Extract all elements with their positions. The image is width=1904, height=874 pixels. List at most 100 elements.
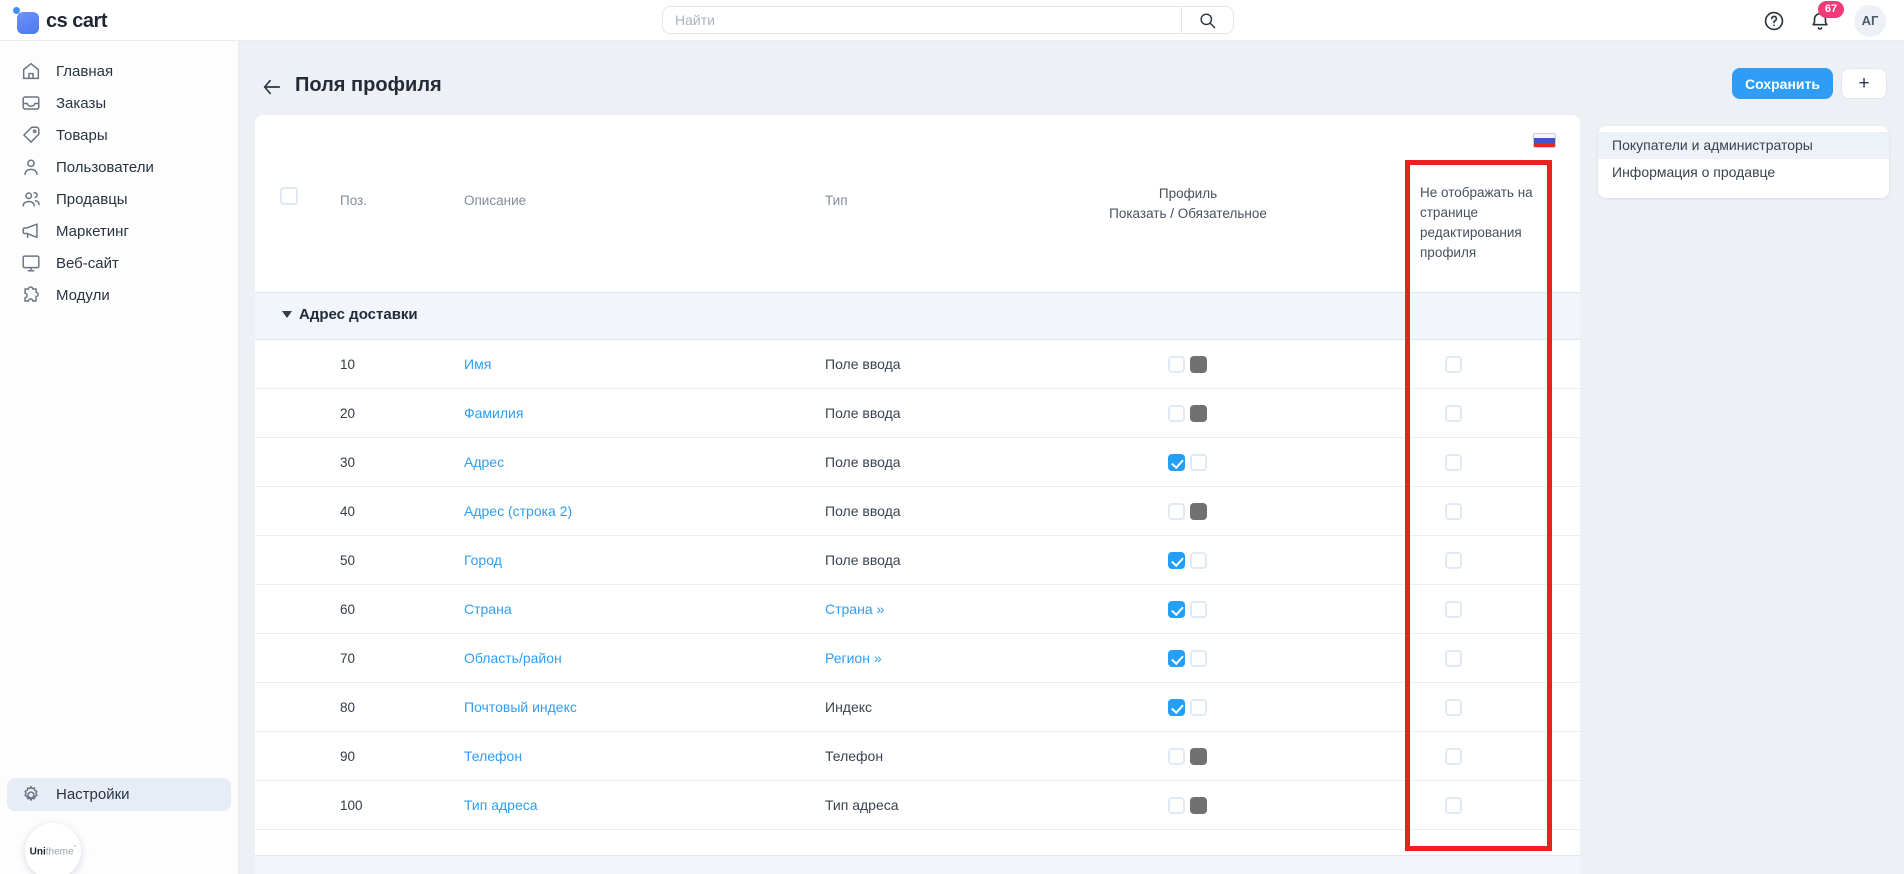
hide-on-edit-checkbox[interactable]: [1445, 601, 1462, 618]
sidebar-item-marketing[interactable]: Маркетинг: [0, 215, 238, 247]
hide-on-edit-checkbox[interactable]: [1445, 797, 1462, 814]
required-checkbox[interactable]: [1190, 699, 1207, 716]
back-arrow-icon: [261, 76, 283, 98]
required-checkbox[interactable]: [1190, 454, 1207, 471]
row-position: 40: [340, 487, 355, 536]
row-description-link[interactable]: Телефон: [464, 732, 522, 781]
row-description-link[interactable]: Адрес: [464, 438, 504, 487]
row-description-link[interactable]: Адрес (строка 2): [464, 487, 572, 536]
section-row-shipping-address: Адрес доставки: [255, 292, 1580, 340]
hide-on-edit-checkbox[interactable]: [1445, 699, 1462, 716]
show-checkbox[interactable]: [1168, 748, 1185, 765]
required-checkbox[interactable]: [1190, 748, 1207, 765]
show-checkbox[interactable]: [1168, 356, 1185, 373]
section-title: Адрес доставки: [299, 306, 418, 323]
russian-flag-icon[interactable]: [1533, 133, 1556, 148]
hide-on-edit-checkbox[interactable]: [1445, 748, 1462, 765]
hide-on-edit-checkbox[interactable]: [1445, 356, 1462, 373]
cs-cart-logo[interactable]: cs cart: [13, 5, 153, 37]
table-row: 80 Почтовый индекс Индекс: [255, 683, 1580, 732]
show-checkbox[interactable]: [1168, 797, 1185, 814]
profile-type-item[interactable]: Покупатели и администраторы: [1598, 132, 1889, 159]
sidebar-item-orders[interactable]: Заказы: [0, 87, 238, 119]
avatar[interactable]: АГ: [1854, 5, 1886, 37]
required-checkbox[interactable]: [1190, 405, 1207, 422]
marketing-icon: [20, 220, 42, 242]
orders-icon: [20, 92, 42, 114]
sidebar-item-settings[interactable]: Настройки: [7, 778, 231, 811]
sidebar-item-home[interactable]: Главная: [0, 55, 238, 87]
row-description-link[interactable]: Фамилия: [464, 389, 523, 438]
logo-text: cs cart: [46, 10, 107, 33]
products-icon: [20, 124, 42, 146]
hide-on-edit-checkbox[interactable]: [1445, 405, 1462, 422]
row-description-link[interactable]: Имя: [464, 340, 491, 389]
profile-type-item[interactable]: Информация о продавце: [1598, 159, 1889, 186]
required-checkbox[interactable]: [1190, 601, 1207, 618]
notifications-button[interactable]: 67: [1808, 9, 1832, 33]
select-all-checkbox[interactable]: [280, 187, 298, 205]
save-button[interactable]: Сохранить: [1732, 68, 1833, 99]
search-input[interactable]: [663, 7, 1181, 33]
show-checkbox[interactable]: [1168, 601, 1185, 618]
help-icon: [1763, 10, 1785, 32]
column-header-profile: Профиль Показать / Обязательное: [1108, 184, 1268, 224]
hide-on-edit-checkbox[interactable]: [1445, 503, 1462, 520]
modules-icon: [20, 284, 42, 306]
unitheme-badge[interactable]: Unitheme°: [25, 823, 81, 874]
global-search: [662, 6, 1234, 34]
row-type: Тип адреса: [825, 781, 899, 830]
row-type[interactable]: Регион »: [825, 634, 882, 683]
row-description-link[interactable]: Страна: [464, 585, 512, 634]
table-row: 30 Адрес Поле ввода: [255, 438, 1580, 487]
show-checkbox[interactable]: [1168, 699, 1185, 716]
row-description-link[interactable]: Почтовый индекс: [464, 683, 577, 732]
sidebar-item-modules[interactable]: Модули: [0, 279, 238, 311]
sidebar-item-website[interactable]: Веб-сайт: [0, 247, 238, 279]
profile-types-panel: Покупатели и администраторыИнформация о …: [1598, 126, 1889, 198]
page-title: Поля профиля: [295, 74, 442, 97]
sidebar-item-label: Веб-сайт: [56, 255, 119, 272]
row-position: 50: [340, 536, 355, 585]
hide-on-edit-checkbox[interactable]: [1445, 454, 1462, 471]
row-position: 90: [340, 732, 355, 781]
show-checkbox[interactable]: [1168, 503, 1185, 520]
sidebar-item-products[interactable]: Товары: [0, 119, 238, 151]
row-type[interactable]: Страна »: [825, 585, 884, 634]
required-checkbox[interactable]: [1190, 503, 1207, 520]
app-window: cs cart 67: [0, 0, 1904, 874]
hide-on-edit-checkbox[interactable]: [1445, 650, 1462, 667]
row-position: 70: [340, 634, 355, 683]
table-row: 100 Тип адреса Тип адреса: [255, 781, 1580, 830]
row-description-link[interactable]: Тип адреса: [464, 781, 538, 830]
row-description-link[interactable]: Город: [464, 536, 502, 585]
required-checkbox[interactable]: [1190, 650, 1207, 667]
hide-on-edit-checkbox[interactable]: [1445, 552, 1462, 569]
show-checkbox[interactable]: [1168, 650, 1185, 667]
required-checkbox[interactable]: [1190, 552, 1207, 569]
required-checkbox[interactable]: [1190, 797, 1207, 814]
sidebar-item-users[interactable]: Пользователи: [0, 151, 238, 183]
show-checkbox[interactable]: [1168, 552, 1185, 569]
sidebar-item-label: Маркетинг: [56, 223, 129, 240]
show-checkbox[interactable]: [1168, 405, 1185, 422]
sidebar-item-vendors[interactable]: Продавцы: [0, 183, 238, 215]
logo-square-icon: [17, 12, 39, 34]
row-type: Телефон: [825, 732, 883, 781]
gear-icon: [20, 784, 42, 806]
users-icon: [20, 156, 42, 178]
topbar-right: 67 АГ: [1762, 0, 1886, 41]
help-button[interactable]: [1762, 9, 1786, 33]
row-description-link[interactable]: Область/район: [464, 634, 562, 683]
sidebar-item-label: Главная: [56, 63, 113, 80]
back-button[interactable]: [259, 74, 285, 100]
table-rows: 10 Имя Поле ввода 20 Фамилия Поле ввода …: [255, 340, 1580, 830]
search-icon: [1198, 11, 1217, 30]
collapse-caret-icon[interactable]: [282, 311, 292, 318]
add-field-button[interactable]: +: [1841, 68, 1887, 99]
sidebar-item-label: Заказы: [56, 95, 106, 112]
required-checkbox[interactable]: [1190, 356, 1207, 373]
show-checkbox[interactable]: [1168, 454, 1185, 471]
search-button[interactable]: [1181, 7, 1233, 33]
sidebar-item-label: Продавцы: [56, 191, 128, 208]
